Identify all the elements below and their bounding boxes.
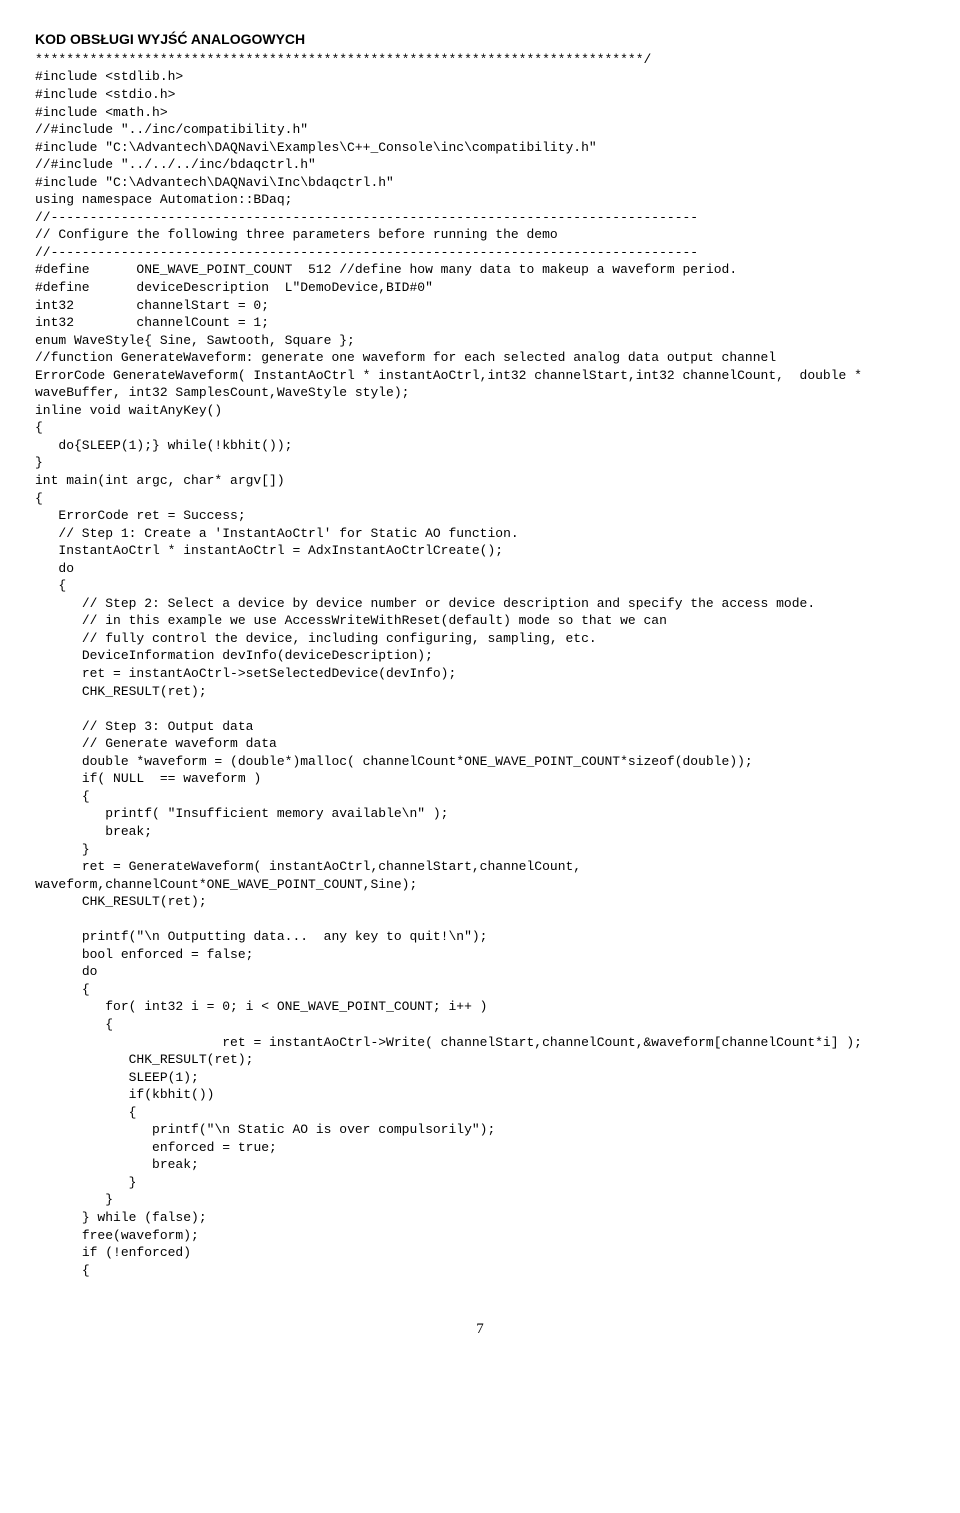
- page-number: 7: [35, 1319, 925, 1339]
- code-block: ****************************************…: [35, 51, 925, 1279]
- section-title: KOD OBSŁUGI WYJŚĆ ANALOGOWYCH: [35, 30, 925, 49]
